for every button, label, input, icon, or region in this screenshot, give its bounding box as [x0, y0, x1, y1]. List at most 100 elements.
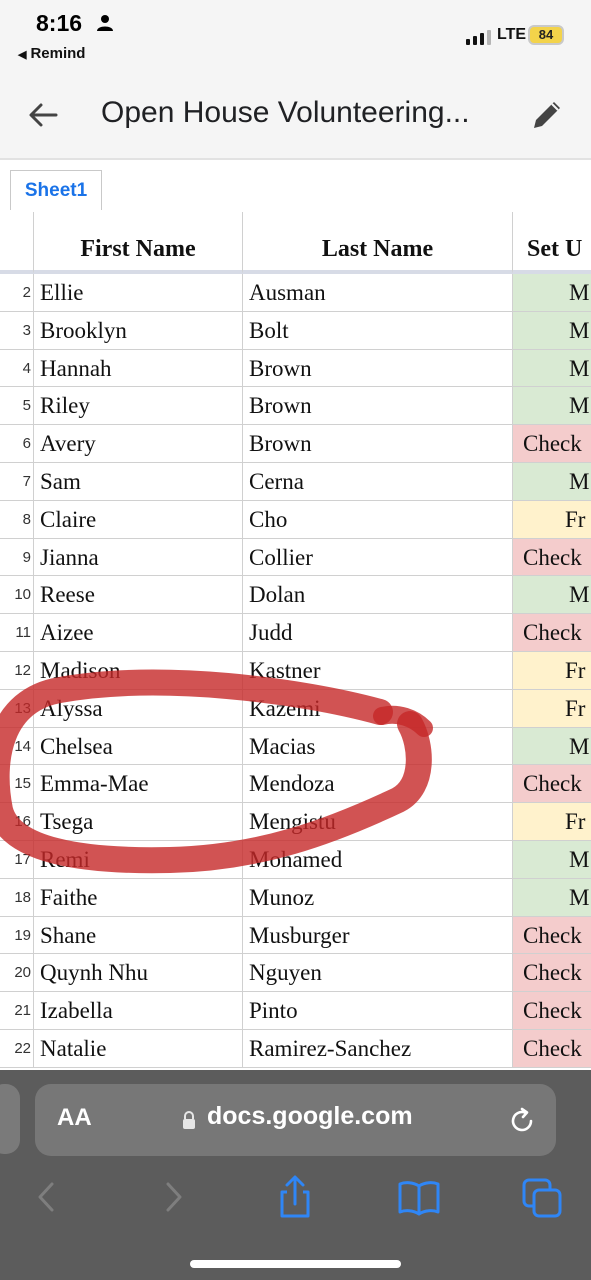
- first-name-cell[interactable]: Izabella: [34, 992, 243, 1030]
- lock-icon: [183, 1111, 195, 1129]
- battery-level: 84: [538, 27, 554, 42]
- setup-status-cell[interactable]: Check: [513, 538, 591, 577]
- setup-status-cell[interactable]: Fr: [513, 500, 591, 539]
- setup-status-cell[interactable]: M: [513, 878, 591, 917]
- last-name-cell[interactable]: Mengistu: [243, 803, 513, 841]
- first-name-cell[interactable]: Ellie: [34, 274, 243, 312]
- setup-status-cell[interactable]: Check: [513, 916, 591, 955]
- reload-icon[interactable]: [507, 1106, 537, 1136]
- last-name-cell[interactable]: Judd: [243, 614, 513, 652]
- last-name-cell[interactable]: Cerna: [243, 463, 513, 501]
- home-indicator: [190, 1260, 401, 1268]
- setup-status-cell[interactable]: M: [513, 727, 591, 766]
- address-bar[interactable]: AA docs.google.com: [35, 1084, 556, 1156]
- setup-status-cell[interactable]: Check: [513, 614, 591, 652]
- forward-nav-icon[interactable]: [150, 1174, 196, 1220]
- first-name-cell[interactable]: Faithe: [34, 878, 243, 917]
- row-number: 18: [0, 878, 34, 917]
- row-number: 8: [0, 500, 34, 539]
- row-number: 4: [0, 349, 34, 388]
- column-header[interactable]: Last Name: [243, 212, 513, 274]
- browser-toolbar: AA docs.google.com: [0, 1070, 591, 1280]
- app-header: Open House Volunteering...: [0, 72, 591, 160]
- row-number: 6: [0, 425, 34, 463]
- row-number: 19: [0, 916, 34, 955]
- setup-status-cell[interactable]: Check: [513, 954, 591, 993]
- setup-status-cell[interactable]: Check: [513, 765, 591, 804]
- first-name-cell[interactable]: Reese: [34, 576, 243, 615]
- last-name-cell[interactable]: Brown: [243, 425, 513, 463]
- status-bar: 8:16 ◀ Remind LTE 84: [0, 0, 591, 72]
- first-name-cell[interactable]: Aizee: [34, 614, 243, 652]
- setup-status-cell[interactable]: M: [513, 463, 591, 501]
- row-number: 14: [0, 727, 34, 766]
- last-name-cell[interactable]: Musburger: [243, 916, 513, 955]
- first-name-cell[interactable]: Tsega: [34, 803, 243, 841]
- back-arrow-icon[interactable]: [26, 98, 60, 132]
- reader-text-size-button[interactable]: AA: [57, 1104, 92, 1132]
- setup-status-cell[interactable]: M: [513, 311, 591, 350]
- first-name-cell[interactable]: Jianna: [34, 538, 243, 577]
- first-name-cell[interactable]: Chelsea: [34, 727, 243, 766]
- tabs-icon[interactable]: [520, 1174, 566, 1220]
- first-name-cell[interactable]: Natalie: [34, 1030, 243, 1068]
- last-name-cell[interactable]: Macias: [243, 727, 513, 766]
- tab-sheet1[interactable]: Sheet1: [10, 170, 102, 210]
- setup-status-cell[interactable]: Check: [513, 425, 591, 463]
- setup-status-cell[interactable]: Fr: [513, 689, 591, 728]
- back-nav-icon[interactable]: [24, 1174, 70, 1220]
- edit-pencil-icon[interactable]: [528, 96, 566, 134]
- setup-status-cell[interactable]: Fr: [513, 803, 591, 841]
- row-number: 9: [0, 538, 34, 577]
- last-name-cell[interactable]: Mohamed: [243, 841, 513, 879]
- last-name-cell[interactable]: Kazemi: [243, 689, 513, 728]
- last-name-cell[interactable]: Bolt: [243, 311, 513, 350]
- row-number: 17: [0, 841, 34, 879]
- last-name-cell[interactable]: Cho: [243, 500, 513, 539]
- last-name-cell[interactable]: Dolan: [243, 576, 513, 615]
- column-header[interactable]: First Name: [34, 212, 243, 274]
- setup-status-cell[interactable]: Fr: [513, 652, 591, 690]
- bookmarks-icon[interactable]: [396, 1174, 442, 1220]
- setup-status-cell[interactable]: M: [513, 349, 591, 388]
- setup-status-cell[interactable]: M: [513, 576, 591, 615]
- first-name-cell[interactable]: Remi: [34, 841, 243, 879]
- row-number: 15: [0, 765, 34, 804]
- last-name-cell[interactable]: Brown: [243, 349, 513, 388]
- share-icon[interactable]: [272, 1174, 318, 1220]
- last-name-cell[interactable]: Ramirez-Sanchez: [243, 1030, 513, 1068]
- setup-status-cell[interactable]: M: [513, 841, 591, 879]
- column-header[interactable]: Set U: [513, 212, 591, 274]
- setup-status-cell[interactable]: M: [513, 387, 591, 426]
- first-name-cell[interactable]: Shane: [34, 916, 243, 955]
- last-name-cell[interactable]: Munoz: [243, 878, 513, 917]
- back-triangle-icon: ◀: [18, 49, 27, 61]
- first-name-cell[interactable]: Avery: [34, 425, 243, 463]
- last-name-cell[interactable]: Brown: [243, 387, 513, 426]
- last-name-cell[interactable]: Collier: [243, 538, 513, 577]
- row-number: 7: [0, 463, 34, 501]
- last-name-cell[interactable]: Pinto: [243, 992, 513, 1030]
- previous-tab-preview[interactable]: [0, 1084, 20, 1154]
- last-name-cell[interactable]: Nguyen: [243, 954, 513, 993]
- setup-status-cell[interactable]: Check: [513, 1030, 591, 1068]
- last-name-cell[interactable]: Mendoza: [243, 765, 513, 804]
- row-number-header: [0, 212, 34, 274]
- setup-status-cell[interactable]: M: [513, 274, 591, 312]
- aa-label: AA: [57, 1104, 92, 1131]
- first-name-cell[interactable]: Hannah: [34, 349, 243, 388]
- first-name-cell[interactable]: Madison: [34, 652, 243, 690]
- first-name-cell[interactable]: Sam: [34, 463, 243, 501]
- first-name-cell[interactable]: Emma-Mae: [34, 765, 243, 804]
- back-to-app-link[interactable]: ◀ Remind: [18, 45, 85, 62]
- first-name-cell[interactable]: Brooklyn: [34, 311, 243, 350]
- last-name-cell[interactable]: Ausman: [243, 274, 513, 312]
- first-name-cell[interactable]: Alyssa: [34, 689, 243, 728]
- spreadsheet-grid[interactable]: First Name Last Name Set U 2 Ellie Ausman M 3 Br…: [0, 212, 591, 1070]
- first-name-cell[interactable]: Claire: [34, 500, 243, 539]
- first-name-cell[interactable]: Riley: [34, 387, 243, 426]
- document-title: Open House Volunteering...: [101, 96, 470, 129]
- first-name-cell[interactable]: Quynh Nhu: [34, 954, 243, 993]
- setup-status-cell[interactable]: Check: [513, 992, 591, 1030]
- last-name-cell[interactable]: Kastner: [243, 652, 513, 690]
